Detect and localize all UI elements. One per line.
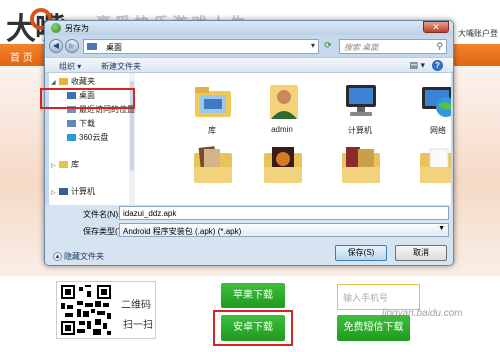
file-item[interactable] bbox=[247, 143, 317, 203]
filename-input[interactable]: idazui_ddz.apk bbox=[119, 206, 449, 220]
file-label: 网络 bbox=[430, 126, 446, 135]
save-form: 文件名(N): idazui_ddz.apk 保存类型(T): Android … bbox=[45, 205, 453, 265]
computer-icon bbox=[340, 81, 382, 121]
account-login-link[interactable]: 大嘴账户登 bbox=[458, 28, 498, 39]
file-item[interactable]: 网络 bbox=[403, 79, 451, 139]
nav-item-icon bbox=[59, 188, 68, 196]
nav-item[interactable]: ▷ 计算机 bbox=[49, 186, 129, 198]
filetype-select[interactable]: Android 程序安装包 (.apk) (*.apk) ▼ bbox=[119, 223, 449, 237]
network-icon bbox=[418, 81, 451, 121]
file-item[interactable] bbox=[325, 143, 395, 203]
forward-arrow-icon[interactable]: ▶ bbox=[65, 39, 79, 53]
nav-item-label: 下载 bbox=[79, 119, 95, 128]
nav-item-label: 计算机 bbox=[71, 187, 95, 196]
nav-item[interactable]: 下载 bbox=[49, 118, 129, 130]
folder-movie-icon bbox=[340, 145, 382, 185]
folder-pics-icon bbox=[192, 145, 234, 185]
desktop-highlight bbox=[40, 88, 135, 109]
back-arrow-icon[interactable]: ◀ bbox=[49, 39, 63, 53]
view-options-icon[interactable]: ▤ ▾ bbox=[409, 60, 425, 71]
address-path: 桌面 bbox=[106, 43, 122, 52]
filetype-value: Android 程序安装包 (.apk) (*.apk) bbox=[123, 227, 242, 236]
new-folder-button[interactable]: 新建文件夹 bbox=[101, 61, 141, 72]
refresh-icon[interactable]: ⟳ bbox=[322, 40, 334, 53]
nav-item-icon bbox=[59, 78, 68, 86]
dialog-titlebar[interactable]: 另存为 ✕ bbox=[45, 21, 453, 35]
hide-folders-label: 隐藏文件夹 bbox=[64, 252, 104, 261]
library-icon bbox=[192, 81, 234, 121]
android-download-button[interactable]: 安卓下载 bbox=[221, 315, 285, 341]
search-placeholder: 搜索 桌面 bbox=[344, 43, 379, 52]
dialog-title: 另存为 bbox=[65, 24, 89, 33]
file-label: 计算机 bbox=[348, 126, 372, 135]
file-item[interactable] bbox=[403, 143, 451, 203]
close-button[interactable]: ✕ bbox=[423, 21, 449, 33]
dialog-toolbar: 组织 ▾ 新建文件夹 ▤ ▾ ? bbox=[45, 57, 453, 73]
hide-folders-toggle[interactable]: ▲ 隐藏文件夹 bbox=[53, 251, 104, 262]
address-bar[interactable]: 桌面 ▾ bbox=[83, 39, 319, 54]
file-label: admin bbox=[271, 125, 293, 134]
address-row: ◀ ▶ 桌面 ▾ ⟳ 搜索 桌面 ⚲ bbox=[45, 35, 453, 57]
collapse-icon: ▲ bbox=[53, 252, 62, 262]
nav-item-label: 收藏夹 bbox=[71, 77, 95, 86]
qr-label-line2: 扫一扫 bbox=[123, 320, 153, 331]
nav-item-icon bbox=[59, 161, 68, 169]
nav-home-link[interactable]: 首 页 bbox=[10, 49, 33, 64]
expand-arrow-icon[interactable]: ▷ bbox=[51, 162, 59, 169]
save-as-dialog: 另存为 ✕ ◀ ▶ 桌面 ▾ ⟳ 搜索 桌面 ⚲ 组织 ▾ 新建文件夹 ▤ ▾ … bbox=[44, 20, 454, 266]
file-item[interactable]: 计算机 bbox=[325, 79, 395, 139]
help-icon[interactable]: ? bbox=[432, 60, 443, 71]
nav-item[interactable]: 360云盘 bbox=[49, 132, 129, 144]
expand-arrow-icon[interactable]: ◢ bbox=[51, 79, 59, 86]
nav-item-icon bbox=[67, 120, 76, 128]
file-item[interactable]: admin bbox=[247, 79, 317, 139]
cancel-button[interactable]: 取消 bbox=[395, 245, 447, 261]
search-input[interactable]: 搜索 桌面 ⚲ bbox=[339, 39, 447, 54]
qr-code-image bbox=[61, 285, 111, 335]
phone-number-input[interactable]: 输入手机号 bbox=[337, 284, 420, 310]
organize-menu[interactable]: 组织 ▾ bbox=[59, 61, 81, 72]
app-icon bbox=[51, 23, 61, 33]
file-item[interactable] bbox=[177, 143, 247, 203]
qr-label-line1: 二维码 bbox=[121, 300, 151, 311]
nav-item[interactable]: ▷ 库 bbox=[49, 159, 129, 171]
chevron-down-icon[interactable]: ▾ bbox=[311, 41, 315, 50]
folder-tiger-icon bbox=[262, 145, 304, 185]
chevron-down-icon[interactable]: ▼ bbox=[438, 225, 445, 232]
expand-arrow-icon[interactable]: ▷ bbox=[51, 189, 59, 196]
file-label: 库 bbox=[208, 126, 216, 135]
watermark-text: jingyan.baidu.com bbox=[382, 308, 463, 319]
save-button[interactable]: 保存(S) bbox=[335, 245, 387, 261]
search-icon: ⚲ bbox=[436, 41, 443, 51]
nav-item-icon bbox=[67, 134, 76, 142]
qr-code-box: 二维码 扫一扫 bbox=[56, 281, 156, 339]
folder-plain-icon bbox=[418, 145, 451, 185]
nav-item[interactable]: ◢ 收藏夹 bbox=[49, 76, 129, 88]
nav-item-label: 360云盘 bbox=[79, 133, 109, 142]
apple-download-button[interactable]: 苹果下载 bbox=[221, 283, 285, 308]
file-item[interactable]: 库 bbox=[177, 79, 247, 139]
nav-item-label: 库 bbox=[71, 160, 79, 169]
filename-label: 文件名(N): bbox=[83, 210, 121, 219]
file-list: 库 admin 计算机 网络 bbox=[135, 73, 451, 205]
desktop-folder-icon bbox=[87, 43, 97, 50]
user-icon bbox=[262, 81, 304, 121]
